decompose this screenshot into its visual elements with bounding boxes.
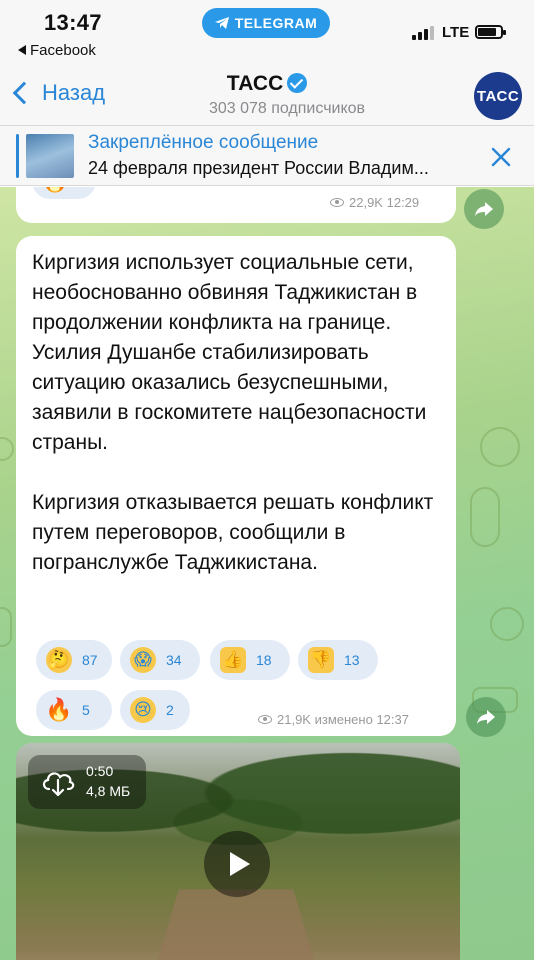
reaction-chip[interactable]: 👍 18 bbox=[210, 640, 290, 680]
back-triangle-icon bbox=[18, 45, 26, 55]
reaction-count: 9 bbox=[78, 187, 86, 189]
channel-avatar[interactable]: ТАСС bbox=[474, 72, 522, 120]
chat-header: Назад ТАСС 303 078 подписчиков ТАСС bbox=[0, 64, 534, 126]
back-to-app-link[interactable]: Facebook bbox=[18, 42, 96, 59]
reaction-chip[interactable]: 🤔 87 bbox=[36, 640, 112, 680]
clock: 13:47 bbox=[44, 10, 102, 35]
video-message[interactable]: 0:50 4,8 МБ bbox=[16, 743, 460, 960]
reaction-chip[interactable]: 😢 2 bbox=[120, 690, 190, 730]
eye-icon bbox=[330, 198, 344, 207]
reaction-count: 2 bbox=[166, 702, 174, 718]
channel-title[interactable]: ТАСС bbox=[0, 72, 534, 96]
pinned-message-bar[interactable]: Закреплённое сообщение 24 февраля презид… bbox=[0, 126, 534, 186]
forward-button[interactable] bbox=[466, 697, 506, 737]
fire-icon: 🔥 bbox=[45, 697, 73, 722]
share-arrow-icon bbox=[475, 202, 493, 216]
pinned-text: 24 февраля президент России Владим... bbox=[88, 158, 429, 178]
reaction-count: 13 bbox=[344, 652, 360, 668]
crying-face-icon: 😢 bbox=[130, 697, 156, 723]
message-time: 12:29 bbox=[386, 195, 420, 210]
channel-name: ТАСС bbox=[226, 72, 284, 95]
reaction-chip[interactable]: 🔥 5 bbox=[36, 690, 112, 730]
background-doodle bbox=[490, 607, 524, 641]
reaction-count: 5 bbox=[82, 702, 90, 718]
signal-icon bbox=[412, 26, 434, 40]
reaction-count: 18 bbox=[256, 652, 272, 668]
message-paragraph: Киргизия использует социальные сети, нео… bbox=[32, 251, 427, 454]
eye-icon bbox=[258, 715, 272, 724]
video-thumbnail-road bbox=[145, 889, 327, 960]
close-icon[interactable] bbox=[490, 146, 512, 168]
screaming-face-icon: 😱 bbox=[130, 647, 156, 673]
view-count: 21,9K bbox=[277, 712, 311, 727]
share-arrow-icon bbox=[477, 710, 495, 724]
message-time: 12:37 bbox=[376, 712, 409, 727]
thumbs-down-icon: 👎 bbox=[308, 647, 334, 673]
video-duration: 0:50 bbox=[86, 763, 114, 779]
previous-message-bubble[interactable]: 🔥 9 22,9K 12:29 bbox=[16, 187, 456, 223]
thumbs-up-icon: 👍 bbox=[220, 647, 246, 673]
telegram-plane-icon bbox=[214, 17, 229, 29]
status-bar: 13:47 Facebook TELEGRAM LTE bbox=[0, 0, 534, 64]
message-text: Киргизия использует социальные сети, нео… bbox=[32, 248, 442, 608]
message-bubble[interactable]: Киргизия использует социальные сети, нео… bbox=[16, 236, 456, 736]
message-meta: 21,9K изменено 12:37 bbox=[258, 712, 409, 727]
fire-icon: 🔥 bbox=[41, 187, 68, 194]
reaction-chip[interactable]: 👎 13 bbox=[298, 640, 378, 680]
pinned-indicator bbox=[16, 134, 19, 178]
background-doodle bbox=[470, 487, 500, 547]
view-count: 22,9K bbox=[349, 195, 383, 210]
reaction-count: 87 bbox=[82, 652, 98, 668]
back-app-label: Facebook bbox=[30, 42, 96, 59]
background-doodle bbox=[480, 427, 520, 467]
thinking-face-icon: 🤔 bbox=[46, 647, 72, 673]
background-doodle bbox=[0, 607, 12, 647]
pinned-thumbnail bbox=[26, 134, 74, 178]
network-type: LTE bbox=[442, 24, 470, 41]
reaction-count: 34 bbox=[166, 652, 182, 668]
reaction-chip[interactable]: 🔥 9 bbox=[32, 187, 96, 199]
verified-icon bbox=[287, 73, 308, 93]
play-button[interactable] bbox=[204, 831, 270, 897]
chat-area[interactable]: 🔥 9 22,9K 12:29 Киргизия использует соци… bbox=[0, 187, 534, 960]
pinned-title: Закреплённое сообщение bbox=[88, 132, 319, 153]
battery-icon bbox=[475, 25, 506, 39]
message-meta: 22,9K 12:29 bbox=[330, 195, 419, 210]
subscriber-count: 303 078 подписчиков bbox=[208, 100, 366, 117]
forward-button[interactable] bbox=[464, 189, 504, 229]
cloud-download-icon bbox=[42, 772, 75, 797]
download-badge[interactable]: 0:50 4,8 МБ bbox=[28, 755, 146, 809]
background-doodle bbox=[0, 437, 14, 461]
message-paragraph: Киргизия отказывается решать конфликт пу… bbox=[32, 491, 434, 574]
telegram-pill-label: TELEGRAM bbox=[234, 15, 318, 31]
telegram-pill[interactable]: TELEGRAM bbox=[202, 8, 330, 38]
edited-label: изменено bbox=[314, 712, 373, 727]
video-size: 4,8 МБ bbox=[86, 783, 131, 799]
reaction-chip[interactable]: 😱 34 bbox=[120, 640, 200, 680]
